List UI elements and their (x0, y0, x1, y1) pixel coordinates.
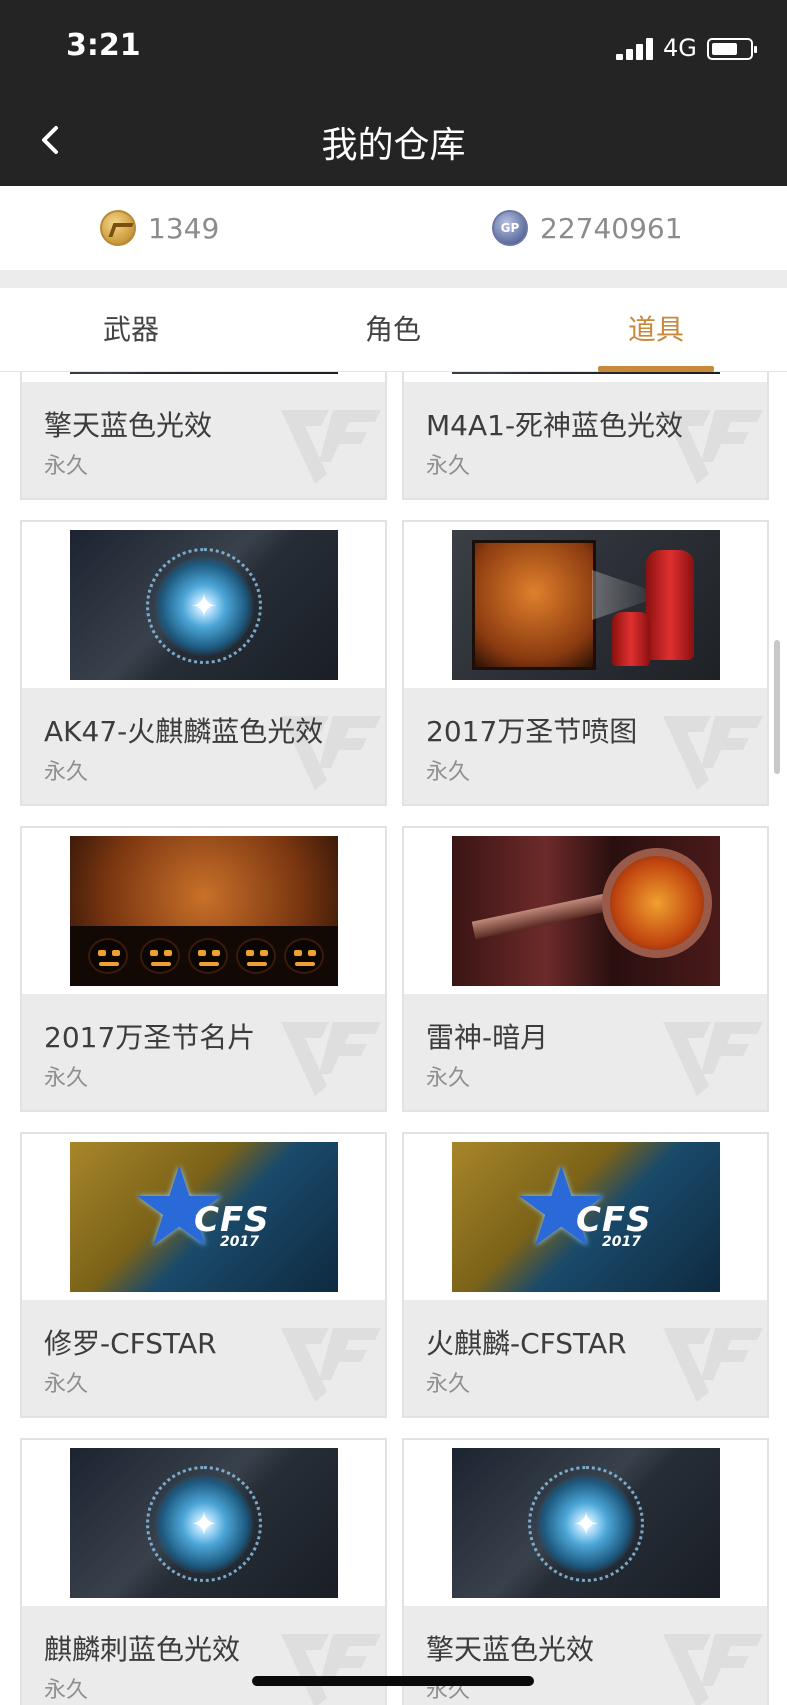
tab-characters[interactable]: 角色 (262, 288, 524, 372)
item-info: 擎天蓝色光效 永久 (22, 382, 385, 498)
item-thumbnail-area: ★ CFS 2017 (22, 1134, 385, 1300)
cf-watermark (275, 1310, 385, 1410)
cf-watermark (275, 1004, 385, 1104)
cf-watermark (275, 392, 385, 492)
item-duration: 永久 (426, 1372, 471, 1397)
item-thumbnail: ★ CFS 2017 (70, 1142, 338, 1292)
item-thumbnail-area: ✦ (404, 1440, 767, 1606)
item-card[interactable]: ✦ 擎天蓝色光效永久 (20, 372, 387, 500)
nav-bar: 我的仓库 (0, 96, 787, 186)
item-info: 修罗-CFSTAR 永久 (22, 1300, 385, 1416)
cf-watermark (657, 1310, 767, 1410)
cfs-logo-year: 2017 (602, 1234, 641, 1250)
cf-points: 1349 (100, 208, 219, 248)
cf-watermark (275, 1616, 385, 1705)
cf-watermark-icon (281, 1328, 381, 1402)
item-info: 火麒麟-CFSTAR 永久 (404, 1300, 767, 1416)
item-name: 2017万圣节喷图 (426, 715, 638, 748)
cf-watermark (657, 698, 767, 798)
item-thumbnail-area (22, 828, 385, 994)
status-bar: 3:21 4G (0, 0, 787, 96)
network-type: 4G (663, 34, 697, 62)
item-duration: 永久 (426, 454, 471, 479)
cf-watermark (657, 1616, 767, 1705)
item-grid[interactable]: ✦擎天蓝色光效永久✦M4A1-死神蓝色光效永久✦AK47-火麒麟蓝色光效永久20… (0, 372, 787, 1705)
signal-icon (616, 38, 654, 60)
item-info: 麒麟刺蓝色光效 永久 (22, 1606, 385, 1705)
item-thumbnail: ✦ (70, 530, 338, 680)
item-thumbnail: ✦ (452, 372, 720, 374)
gp-coin-icon: GP (492, 210, 528, 246)
item-thumbnail-area: ✦ (404, 372, 767, 382)
scrollbar[interactable] (774, 640, 780, 774)
currency-bar: 1349 GP 22740961 (0, 186, 787, 270)
item-card[interactable]: ★ CFS 2017 修罗-CFSTAR 永久 (20, 1132, 387, 1418)
item-thumbnail-area (404, 828, 767, 994)
item-info: 雷神-暗月永久 (404, 994, 767, 1110)
cf-watermark-icon (663, 1022, 763, 1096)
item-thumbnail-area: ★ CFS 2017 (404, 1134, 767, 1300)
item-thumbnail (452, 836, 720, 986)
category-tabs: 武器 角色 道具 (0, 288, 787, 372)
item-duration: 永久 (44, 1678, 89, 1703)
item-name: 2017万圣节名片 (44, 1021, 256, 1054)
item-thumbnail: ✦ (70, 372, 338, 374)
item-thumbnail-area: ✦ (22, 522, 385, 688)
item-name: 麒麟刺蓝色光效 (44, 1633, 241, 1666)
cf-watermark-icon (281, 1022, 381, 1096)
item-card[interactable]: ✦ AK47-火麒麟蓝色光效 永久 (20, 520, 387, 806)
item-duration: 永久 (44, 1066, 89, 1091)
item-name: 擎天蓝色光效 (426, 1633, 595, 1666)
cf-coin-icon (100, 210, 136, 246)
cf-watermark-icon (663, 1634, 763, 1705)
item-card[interactable]: ✦ 麒麟刺蓝色光效 永久 (20, 1438, 387, 1705)
cf-watermark-icon (663, 716, 763, 790)
cf-watermark (657, 1004, 767, 1104)
item-card[interactable]: ✦擎天蓝色光效永久 (402, 1438, 769, 1705)
item-card[interactable]: 2017万圣节名片永久 (20, 826, 387, 1112)
item-thumbnail: ★ CFS 2017 (452, 1142, 720, 1292)
item-thumbnail-area (404, 522, 767, 688)
item-name: AK47-火麒麟蓝色光效 (44, 715, 324, 748)
gp-points-value: 22740961 (540, 211, 683, 245)
item-duration: 永久 (426, 1066, 471, 1091)
gp-points: GP 22740961 (492, 208, 683, 248)
tab-weapons[interactable]: 武器 (0, 288, 262, 372)
item-name: 雷神-暗月 (426, 1021, 549, 1054)
item-info: 擎天蓝色光效 永久 (404, 1606, 767, 1705)
section-divider (0, 270, 787, 288)
item-info: M4A1-死神蓝色光效永久 (404, 382, 767, 498)
item-name: M4A1-死神蓝色光效 (426, 409, 684, 442)
home-indicator[interactable] (252, 1676, 534, 1686)
item-thumbnail: ✦ (70, 1448, 338, 1598)
item-duration: 永久 (44, 1372, 89, 1397)
item-info: 2017万圣节名片永久 (22, 994, 385, 1110)
item-thumbnail: ✦ (452, 1448, 720, 1598)
cf-points-value: 1349 (148, 211, 220, 245)
item-duration: 永久 (44, 760, 89, 785)
item-name: 擎天蓝色光效 (44, 409, 213, 442)
item-thumbnail-area: ✦ (22, 372, 385, 382)
item-thumbnail (70, 836, 338, 986)
cfs-logo-year: 2017 (220, 1234, 259, 1250)
item-thumbnail (452, 530, 720, 680)
status-time: 3:21 (66, 28, 141, 63)
item-card[interactable]: 雷神-暗月永久 (402, 826, 769, 1112)
item-card[interactable]: ✦ M4A1-死神蓝色光效永久 (402, 372, 769, 500)
cf-watermark-icon (281, 410, 381, 484)
tab-items[interactable]: 道具 (525, 288, 787, 372)
item-name: 修罗-CFSTAR (44, 1327, 217, 1360)
item-thumbnail-area: ✦ (22, 1440, 385, 1606)
page-title: 我的仓库 (321, 125, 466, 166)
item-name: 火麒麟-CFSTAR (426, 1327, 627, 1360)
item-card[interactable]: 2017万圣节喷图永久 (402, 520, 769, 806)
item-card[interactable]: ★ CFS 2017 火麒麟-CFSTAR 永久 (402, 1132, 769, 1418)
item-duration: 永久 (426, 760, 471, 785)
battery-icon (707, 38, 757, 60)
item-info: 2017万圣节喷图永久 (404, 688, 767, 804)
item-duration: 永久 (44, 454, 89, 479)
cf-watermark-icon (663, 1328, 763, 1402)
cf-watermark-icon (281, 1634, 381, 1705)
item-info: AK47-火麒麟蓝色光效永久 (22, 688, 385, 804)
